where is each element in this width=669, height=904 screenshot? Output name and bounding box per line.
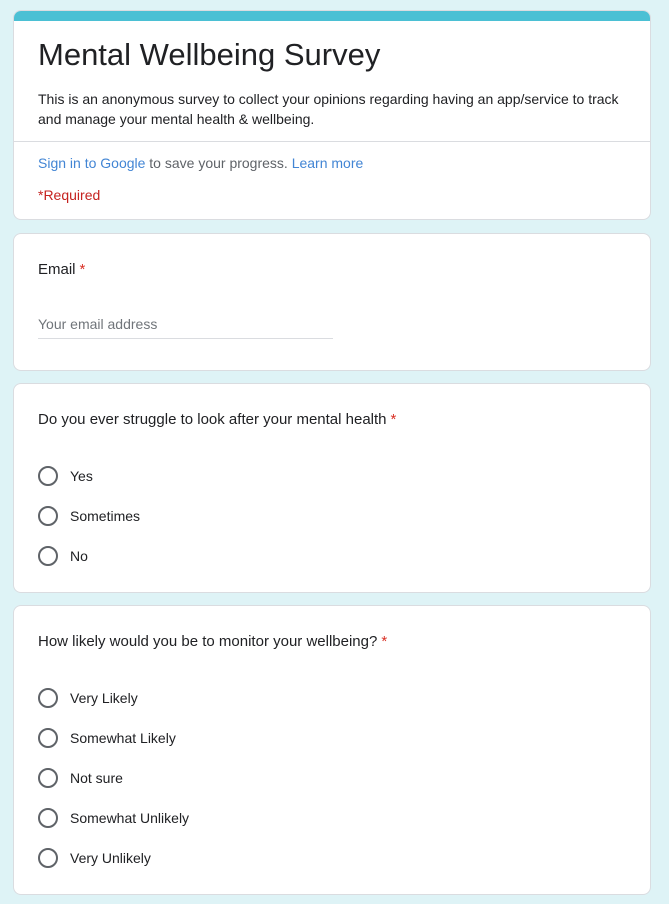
radio-option-label: Somewhat Likely — [70, 730, 176, 746]
radio-option-no[interactable]: No — [38, 536, 140, 576]
radio-button[interactable] — [38, 688, 58, 708]
radio-option-label: Somewhat Unlikely — [70, 810, 190, 826]
email-field[interactable] — [38, 312, 333, 336]
question-card-mental-health: Do you ever struggle to look after your … — [13, 383, 651, 593]
question-label: How likely would you be to monitor your … — [38, 633, 378, 650]
radio-button[interactable] — [38, 728, 58, 748]
sign-in-notice: Sign in to Google to save your progress.… — [38, 153, 363, 173]
required-asterisk: * — [79, 261, 86, 278]
radio-option-not-sure[interactable]: Not sure — [38, 758, 189, 798]
radio-button[interactable] — [38, 808, 58, 828]
question-title: How likely would you be to monitor your … — [38, 632, 387, 652]
sign-in-link[interactable]: Sign in to Google — [38, 155, 145, 171]
required-note: *Required — [38, 187, 101, 203]
radio-option-very-unlikely[interactable]: Very Unlikely — [38, 838, 189, 878]
email-question-card: Email * — [13, 233, 651, 371]
email-field-wrapper — [38, 312, 333, 339]
radio-group-monitor-likelihood: Very Likely Somewhat Likely Not sure Som… — [38, 678, 189, 878]
required-asterisk: * — [390, 411, 397, 428]
radio-group-mental-health: Yes Sometimes No — [38, 456, 140, 576]
form-title: Mental Wellbeing Survey — [38, 37, 381, 72]
radio-option-label: Not sure — [70, 770, 123, 786]
radio-option-label: Very Unlikely — [70, 850, 151, 866]
header-accent-bar — [14, 11, 650, 21]
radio-button[interactable] — [38, 768, 58, 788]
radio-option-label: No — [70, 548, 88, 564]
email-question-label: Email — [38, 261, 76, 278]
radio-option-label: Yes — [70, 468, 93, 484]
header-divider — [14, 141, 650, 142]
required-asterisk: * — [381, 633, 388, 650]
radio-button[interactable] — [38, 546, 58, 566]
radio-option-yes[interactable]: Yes — [38, 456, 140, 496]
email-question-title: Email * — [38, 260, 85, 280]
radio-button[interactable] — [38, 506, 58, 526]
radio-option-very-likely[interactable]: Very Likely — [38, 678, 189, 718]
radio-option-label: Very Likely — [70, 690, 138, 706]
question-title: Do you ever struggle to look after your … — [38, 410, 396, 430]
radio-button[interactable] — [38, 848, 58, 868]
form-header-card: Mental Wellbeing Survey This is an anony… — [13, 10, 651, 220]
radio-option-label: Sometimes — [70, 508, 141, 524]
radio-button[interactable] — [38, 466, 58, 486]
question-card-monitor-likelihood: How likely would you be to monitor your … — [13, 605, 651, 895]
sign-in-text: to save your progress. — [145, 155, 292, 171]
form-description: This is an anonymous survey to collect y… — [38, 91, 619, 127]
radio-option-somewhat-unlikely[interactable]: Somewhat Unlikely — [38, 798, 189, 838]
question-label: Do you ever struggle to look after your … — [38, 411, 387, 428]
learn-more-link[interactable]: Learn more — [292, 155, 364, 171]
radio-option-somewhat-likely[interactable]: Somewhat Likely — [38, 718, 189, 758]
radio-option-sometimes[interactable]: Sometimes — [38, 496, 140, 536]
